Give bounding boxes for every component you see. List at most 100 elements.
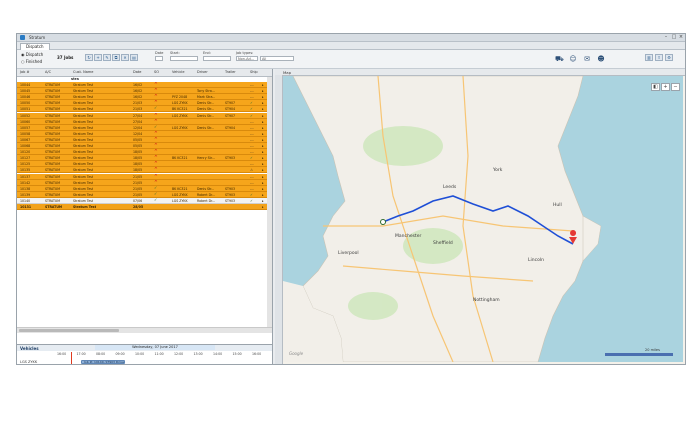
table-row[interactable]: 10137 STRATUM Stratum Test 21/05 ✕ --- ▸ <box>17 173 272 180</box>
edit-icon[interactable]: ✎ <box>103 54 111 61</box>
total-row[interactable]: 10131 STRATUM Stratum Test 28/05 ▸ <box>17 204 272 210</box>
row-expand-icon[interactable]: ▸ <box>262 181 264 185</box>
table-row[interactable]: 10052 STRATUM Stratum Test 27/04 ✕ LGS ZYKK De… <box>17 112 272 119</box>
table-row[interactable]: 10045 STRATUM Stratum Test 16/02 ✕ Tony Stra.… <box>17 88 272 95</box>
row-expand-icon[interactable]: ▸ <box>262 175 264 179</box>
layout-icon[interactable]: ▥ <box>645 54 653 61</box>
table-row[interactable]: 10046 STRATUM Stratum Test 16/02 ✕ PYZ 2048 Ma… <box>17 94 272 101</box>
truck-icon[interactable]: ⛟ <box>555 55 564 63</box>
col-ship[interactable]: Ship <box>250 70 258 74</box>
col-date[interactable]: Date <box>133 70 141 74</box>
row-expand-icon[interactable]: ▸ <box>262 162 264 166</box>
cell-trailer: ST903 <box>225 156 236 161</box>
row-expand-icon[interactable]: ▸ <box>262 101 264 105</box>
row-expand-icon[interactable]: ▸ <box>262 120 264 124</box>
minimize-icon[interactable]: – <box>663 35 669 40</box>
table-row[interactable]: 10135 STRATUM Stratum Test 18/05 ✕ ⚠ ▸ <box>17 167 272 174</box>
row-expand-icon[interactable]: ▸ <box>262 126 264 130</box>
vehicle-row[interactable]: LGS ZYKK Job #: 10140, ST903 Driver: Robe… <box>17 358 272 364</box>
refresh-icon[interactable]: ↻ <box>85 54 93 61</box>
row-expand-icon[interactable]: ▸ <box>262 193 264 197</box>
radio-finished[interactable]: ○ Finished <box>21 59 42 64</box>
cell-driver: Denis Str... <box>197 186 215 191</box>
print-icon[interactable]: ▤ <box>130 54 138 61</box>
users-icon[interactable]: ☻ <box>597 55 605 63</box>
row-expand-icon[interactable]: ▸ <box>262 168 264 172</box>
close-icon[interactable]: × <box>678 35 684 40</box>
maximize-icon[interactable]: □ <box>671 35 677 40</box>
table-row[interactable]: 10140 STRATUM Stratum Test 07/06 ✓ LGS ZYKK Ro… <box>17 197 272 204</box>
horizontal-scrollbar[interactable] <box>17 327 272 333</box>
message-icon[interactable]: ✉ <box>583 55 591 63</box>
zoom-out-icon[interactable]: − <box>671 83 680 91</box>
table-row[interactable]: 10050 STRATUM Stratum Test 21/03 ✕ LGS ZYKK De… <box>17 100 272 107</box>
row-expand-icon[interactable]: ▸ <box>262 95 264 99</box>
scroll-thumb[interactable] <box>19 329 119 332</box>
col-trailer[interactable]: Trailer <box>225 70 236 74</box>
row-expand-icon[interactable]: ▸ <box>262 150 264 154</box>
table-row[interactable]: 10060 STRATUM Stratum Test 27/04 ✕ --- ▸ <box>17 118 272 125</box>
cell-cust: Stratum Test <box>73 137 94 142</box>
driver-icon[interactable]: ☺ <box>569 55 577 63</box>
col-vehicle[interactable]: Vehicle <box>172 70 185 74</box>
cell-date: 05/05 <box>133 137 143 142</box>
map-side-strip[interactable] <box>275 75 283 364</box>
table-row[interactable]: 10120 STRATUM Stratum Test 18/05 ✕ --- ▸ <box>17 149 272 156</box>
col-cust[interactable]: Cust. Name <box>73 70 93 74</box>
cell-cust: Stratum Test <box>73 89 94 94</box>
city-lincoln: Lincoln <box>528 257 544 263</box>
table-row[interactable]: 10067 STRATUM Stratum Test 05/05 ✕ --- ▸ <box>17 136 272 143</box>
col-ac[interactable]: A/C <box>45 70 51 74</box>
export-icon[interactable]: ⇪ <box>655 54 663 61</box>
cell-vehicle: LGS ZYKK <box>172 101 188 106</box>
route-start[interactable] <box>380 219 386 225</box>
date-checkbox[interactable] <box>155 56 163 61</box>
start-date-field[interactable] <box>170 56 198 61</box>
table-row[interactable]: 10127 STRATUM Stratum Test 18/05 ✕ BK KC321 He… <box>17 155 272 162</box>
settings-icon[interactable]: ⚙ <box>665 54 673 61</box>
job-bar[interactable]: Job #: 10140, ST903 Driver: Robert <box>81 360 125 364</box>
row-expand-icon[interactable]: ▸ <box>262 114 264 118</box>
job-types-select[interactable]: Non-Ad... <box>236 56 258 61</box>
table-row[interactable]: 10139 STRATUM Stratum Test 21/05 ✓ LGS ZYKK Ro… <box>17 191 272 198</box>
row-expand-icon[interactable]: ▸ <box>262 144 264 148</box>
row-expand-icon[interactable]: ▸ <box>262 83 264 87</box>
row-expand-icon[interactable]: ▸ <box>262 156 264 160</box>
row-expand-icon[interactable]: ▸ <box>262 138 264 142</box>
row-expand-icon[interactable]: ▸ <box>262 107 264 111</box>
all-select[interactable]: All <box>260 56 294 61</box>
table-row[interactable]: 10051 STRATUM Stratum Test 21/03 ✓ BK KC321 De… <box>17 106 272 113</box>
radio-dispatch[interactable]: ◉ Dispatch <box>21 52 43 57</box>
table-row[interactable]: 10044 STRATUM Stratum Test 16/02 ✕ --- ▸ <box>17 82 272 88</box>
cell-job: 10140 <box>20 198 31 203</box>
table-row[interactable]: 10142 STRATUM Stratum Test 21/05 ✕ --- ▸ <box>17 179 272 186</box>
table-row[interactable]: 10138 STRATUM Stratum Test 21/05 ✓ BK KC321 De… <box>17 185 272 192</box>
tab-dispatch[interactable]: Dispatch <box>20 43 50 50</box>
table-row[interactable]: 10058 STRATUM Stratum Test 12/04 ✕ --- ▸ <box>17 130 272 137</box>
copy-icon[interactable]: ⧉ <box>112 54 120 61</box>
city-manchester: Manchester <box>395 233 421 239</box>
col-so[interactable]: SO <box>154 70 159 74</box>
end-date-field[interactable] <box>203 56 231 61</box>
table-row[interactable]: 10057 STRATUM Stratum Test 12/04 ✓ LGS ZYKK De… <box>17 124 272 131</box>
table-row[interactable]: 10068 STRATUM Stratum Test 05/05 ✕ --- ▸ <box>17 143 272 149</box>
vehicles-date: Wednesday, 07 June 2017 <box>95 345 215 350</box>
cell-job: 10139 <box>20 192 31 197</box>
table-row[interactable]: 10125 STRATUM Stratum Test 18/05 ✕ --- ▸ <box>17 161 272 168</box>
cell-cust: Stratum Test <box>73 156 94 161</box>
vertical-scrollbar[interactable] <box>267 77 272 327</box>
map-canvas[interactable]: Manchester Leeds Sheffield York Liverpoo… <box>283 76 683 362</box>
status-dashes: --- <box>250 162 254 167</box>
row-expand-icon[interactable]: ▸ <box>262 205 264 209</box>
col-job[interactable]: Job # <box>20 70 29 74</box>
row-expand-icon[interactable]: ▸ <box>262 132 264 136</box>
row-expand-icon[interactable]: ▸ <box>262 89 264 93</box>
row-expand-icon[interactable]: ▸ <box>262 199 264 203</box>
col-driver[interactable]: Driver <box>197 70 208 74</box>
row-expand-icon[interactable]: ▸ <box>262 187 264 191</box>
zoom-in-icon[interactable]: + <box>661 83 670 91</box>
delete-icon[interactable]: ✕ <box>121 54 129 61</box>
add-icon[interactable]: + <box>94 54 102 61</box>
cell-cust: Stratum Test <box>73 174 94 179</box>
layers-icon[interactable]: ◧ <box>651 83 660 91</box>
